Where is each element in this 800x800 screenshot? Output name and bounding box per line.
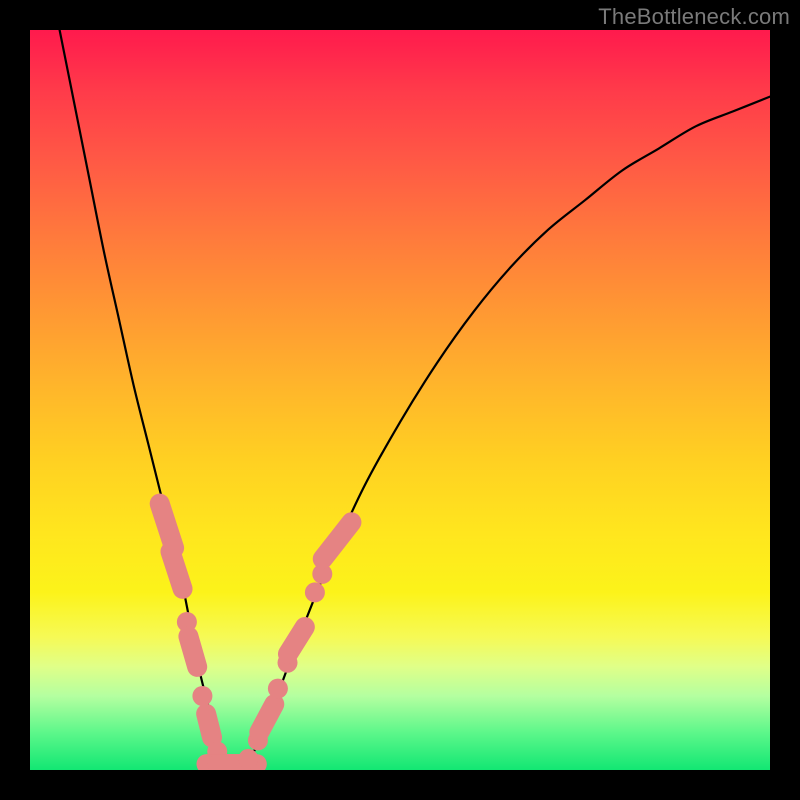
watermark-text: TheBottleneck.com	[598, 4, 790, 30]
plot-area	[30, 30, 770, 770]
curve-marker-pill	[158, 539, 195, 601]
curve-marker-pill	[309, 508, 366, 573]
bottleneck-curve	[60, 30, 770, 770]
marker-group	[147, 491, 365, 770]
chart-frame: TheBottleneck.com	[0, 0, 800, 800]
curve-marker-pill	[246, 691, 288, 746]
curve-marker-dot	[192, 686, 212, 706]
curve-marker-dot	[238, 749, 258, 769]
curve-svg	[30, 30, 770, 770]
curve-marker-dot	[268, 679, 288, 699]
curve-marker-pill	[176, 624, 210, 679]
curve-marker-dot	[305, 582, 325, 602]
